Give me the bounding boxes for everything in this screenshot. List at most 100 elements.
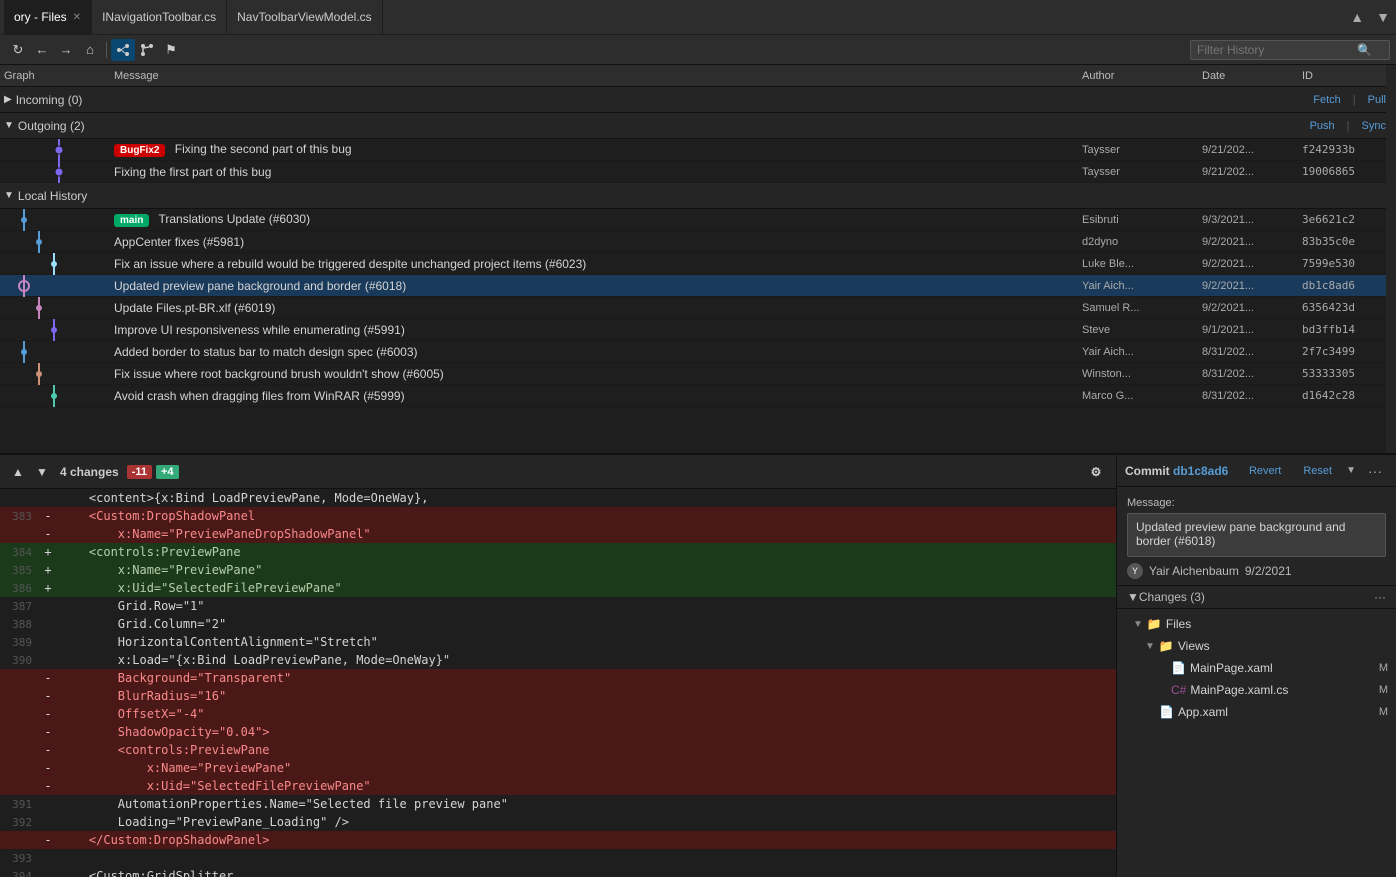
sidebar-header-actions: Revert Reset ▼ ··· bbox=[1241, 461, 1388, 481]
graph-col-7 bbox=[4, 363, 114, 385]
diff-line-20[interactable]: 393 bbox=[0, 849, 1116, 867]
commit-row-7[interactable]: Fix issue where root background brush wo… bbox=[0, 363, 1396, 385]
back-btn[interactable]: ← bbox=[30, 39, 54, 61]
minus-badge: -11 bbox=[127, 465, 152, 479]
diff-line-15[interactable]: - x:Name="PreviewPane" bbox=[0, 759, 1116, 777]
tag-btn[interactable]: ⚑ bbox=[159, 39, 183, 61]
diff-line-11[interactable]: - BlurRadius="16" bbox=[0, 687, 1116, 705]
outgoing-commit-0[interactable]: BugFix2 Fixing the second part of this b… bbox=[0, 139, 1396, 161]
diff-line-9[interactable]: 390 x:Load="{x:Bind LoadPreviewPane, Mod… bbox=[0, 651, 1116, 669]
tab-navtoolbarvm-label: NavToolbarViewModel.cs bbox=[237, 10, 372, 24]
top-panel-scrollbar[interactable] bbox=[1386, 65, 1396, 453]
tree-modified-4: M bbox=[1379, 706, 1388, 718]
date-col-0: 9/3/2021... bbox=[1202, 214, 1302, 226]
commit-row-3[interactable]: Updated preview pane background and bord… bbox=[0, 275, 1396, 297]
diff-marker-16: - bbox=[40, 779, 56, 793]
diff-marker-13: - bbox=[40, 725, 56, 739]
id-col-4: 6356423d bbox=[1302, 301, 1392, 314]
tree-item-3[interactable]: C#MainPage.xaml.csM bbox=[1117, 679, 1396, 701]
commit-row-4[interactable]: Update Files.pt-BR.xlf (#6019) Samuel R.… bbox=[0, 297, 1396, 319]
home-btn[interactable]: ⌂ bbox=[78, 39, 102, 61]
refresh-btn[interactable]: ↻ bbox=[6, 39, 30, 61]
tab-inavtoolbar[interactable]: INavigationToolbar.cs bbox=[92, 0, 227, 35]
diff-line-8[interactable]: 389 HorizontalContentAlignment="Stretch" bbox=[0, 633, 1116, 651]
sidebar-changes-count: Changes (3) bbox=[1139, 590, 1205, 604]
diff-content-18: Loading="PreviewPane_Loading" /> bbox=[56, 815, 1116, 829]
commit-row-1[interactable]: AppCenter fixes (#5981) d2dyno 9/2/2021.… bbox=[0, 231, 1396, 253]
diff-line-0[interactable]: <content>{x:Bind LoadPreviewPane, Mode=O… bbox=[0, 489, 1116, 507]
diff-line-18[interactable]: 392 Loading="PreviewPane_Loading" /> bbox=[0, 813, 1116, 831]
tab-history-files[interactable]: ory - Files ✕ bbox=[4, 0, 92, 35]
outgoing-section-header[interactable]: ▼ Outgoing (2) Push | Sync bbox=[0, 113, 1396, 139]
commit-row-0[interactable]: main Translations Update (#6030) Esibrut… bbox=[0, 209, 1396, 231]
tree-item-0[interactable]: ▼📁Files bbox=[1117, 613, 1396, 635]
diff-line-3[interactable]: 384+ <controls:PreviewPane bbox=[0, 543, 1116, 561]
diff-line-10[interactable]: - Background="Transparent" bbox=[0, 669, 1116, 687]
changes-more-icon[interactable]: ··· bbox=[1374, 590, 1386, 604]
diff-line-2[interactable]: - x:Name="PreviewPaneDropShadowPanel" bbox=[0, 525, 1116, 543]
diff-line-19[interactable]: - </Custom:DropShadowPanel> bbox=[0, 831, 1116, 849]
prev-commit-btn[interactable]: ▲ bbox=[8, 462, 28, 482]
diff-area[interactable]: <content>{x:Bind LoadPreviewPane, Mode=O… bbox=[0, 489, 1116, 877]
diff-content-13: ShadowOpacity="0.04"> bbox=[56, 725, 1116, 739]
outgoing-label: Outgoing (2) bbox=[18, 119, 85, 133]
diff-line-12[interactable]: - OffsetX="-4" bbox=[0, 705, 1116, 723]
diff-line-17[interactable]: 391 AutomationProperties.Name="Selected … bbox=[0, 795, 1116, 813]
diff-line-13[interactable]: - ShadowOpacity="0.04"> bbox=[0, 723, 1116, 741]
message-label: Message: bbox=[1127, 497, 1386, 509]
diff-line-5[interactable]: 386+ x:Uid="SelectedFilePreviewPane" bbox=[0, 579, 1116, 597]
diff-line-16[interactable]: - x:Uid="SelectedFilePreviewPane" bbox=[0, 777, 1116, 795]
graph-col-3 bbox=[4, 275, 114, 297]
branch-btn[interactable] bbox=[135, 39, 159, 61]
diff-line-7[interactable]: 388 Grid.Column="2" bbox=[0, 615, 1116, 633]
diff-content-0: <content>{x:Bind LoadPreviewPane, Mode=O… bbox=[56, 491, 1116, 505]
incoming-section-header[interactable]: ▶ Incoming (0) Fetch | Pull bbox=[0, 87, 1396, 113]
commit-row-8[interactable]: Avoid crash when dragging files from Win… bbox=[0, 385, 1396, 407]
tab-scroll-left-icon[interactable]: ▲ bbox=[1344, 9, 1370, 25]
settings-icon[interactable]: ⚙ bbox=[1084, 461, 1108, 483]
reset-button[interactable]: Reset bbox=[1295, 463, 1340, 479]
diff-content-21: <Custom:GridSplitter bbox=[56, 869, 1116, 877]
push-button[interactable]: Push bbox=[1304, 119, 1341, 133]
filter-search-icon: 🔍 bbox=[1357, 43, 1372, 57]
tree-item-2[interactable]: 📄MainPage.xamlM bbox=[1117, 657, 1396, 679]
diff-marker-5: + bbox=[40, 581, 56, 595]
diff-line-21[interactable]: 394 <Custom:GridSplitter bbox=[0, 867, 1116, 877]
sidebar-more-icon[interactable]: ··· bbox=[1362, 461, 1388, 481]
diff-content-6: Grid.Row="1" bbox=[56, 599, 1116, 613]
commit-row-6[interactable]: Added border to status bar to match desi… bbox=[0, 341, 1396, 363]
local-history-arrow-icon: ▼ bbox=[4, 190, 14, 201]
date-col-2: 9/2/2021... bbox=[1202, 258, 1302, 270]
tree-item-4[interactable]: 📄App.xamlM bbox=[1117, 701, 1396, 723]
filter-input[interactable] bbox=[1197, 43, 1357, 57]
incoming-label: Incoming (0) bbox=[16, 93, 83, 107]
diff-line-14[interactable]: - <controls:PreviewPane bbox=[0, 741, 1116, 759]
close-tab-icon[interactable]: ✕ bbox=[73, 12, 81, 23]
diff-line-6[interactable]: 387 Grid.Row="1" bbox=[0, 597, 1116, 615]
message-col-1: AppCenter fixes (#5981) bbox=[114, 235, 1082, 249]
author-cell-o0: Taysser bbox=[1082, 144, 1202, 156]
commit-row-5[interactable]: Improve UI responsiveness while enumerat… bbox=[0, 319, 1396, 341]
sidebar-changes-section: ▼ Changes (3) ··· bbox=[1117, 586, 1396, 609]
tab-scroll-right-icon[interactable]: ▼ bbox=[1370, 9, 1396, 25]
forward-btn[interactable]: → bbox=[54, 39, 78, 61]
id-col-6: 2f7c3499 bbox=[1302, 345, 1392, 358]
commit-row-2[interactable]: Fix an issue where a rebuild would be tr… bbox=[0, 253, 1396, 275]
local-history-section-header[interactable]: ▼ Local History bbox=[0, 183, 1396, 209]
next-commit-btn[interactable]: ▼ bbox=[32, 462, 52, 482]
commit-list: main Translations Update (#6030) Esibrut… bbox=[0, 209, 1396, 407]
fetch-button[interactable]: Fetch bbox=[1307, 93, 1347, 107]
outgoing-commit-1[interactable]: Fixing the first part of this bug Taysse… bbox=[0, 161, 1396, 183]
tree-item-1[interactable]: ▼📁Views bbox=[1117, 635, 1396, 657]
diff-line-1[interactable]: 383- <Custom:DropShadowPanel bbox=[0, 507, 1116, 525]
revert-button[interactable]: Revert bbox=[1241, 463, 1289, 479]
tab-navtoolbarvm[interactable]: NavToolbarViewModel.cs bbox=[227, 0, 383, 35]
tree-label-3: MainPage.xaml.cs bbox=[1190, 683, 1288, 697]
graph-btn[interactable] bbox=[111, 39, 135, 61]
reset-dropdown-icon[interactable]: ▼ bbox=[1346, 465, 1356, 476]
diff-content-15: x:Name="PreviewPane" bbox=[56, 761, 1116, 775]
diff-line-4[interactable]: 385+ x:Name="PreviewPane" bbox=[0, 561, 1116, 579]
author-col-8: Marco G... bbox=[1082, 390, 1202, 402]
tree-label-0: Files bbox=[1166, 617, 1191, 631]
diff-marker-4: + bbox=[40, 563, 56, 577]
